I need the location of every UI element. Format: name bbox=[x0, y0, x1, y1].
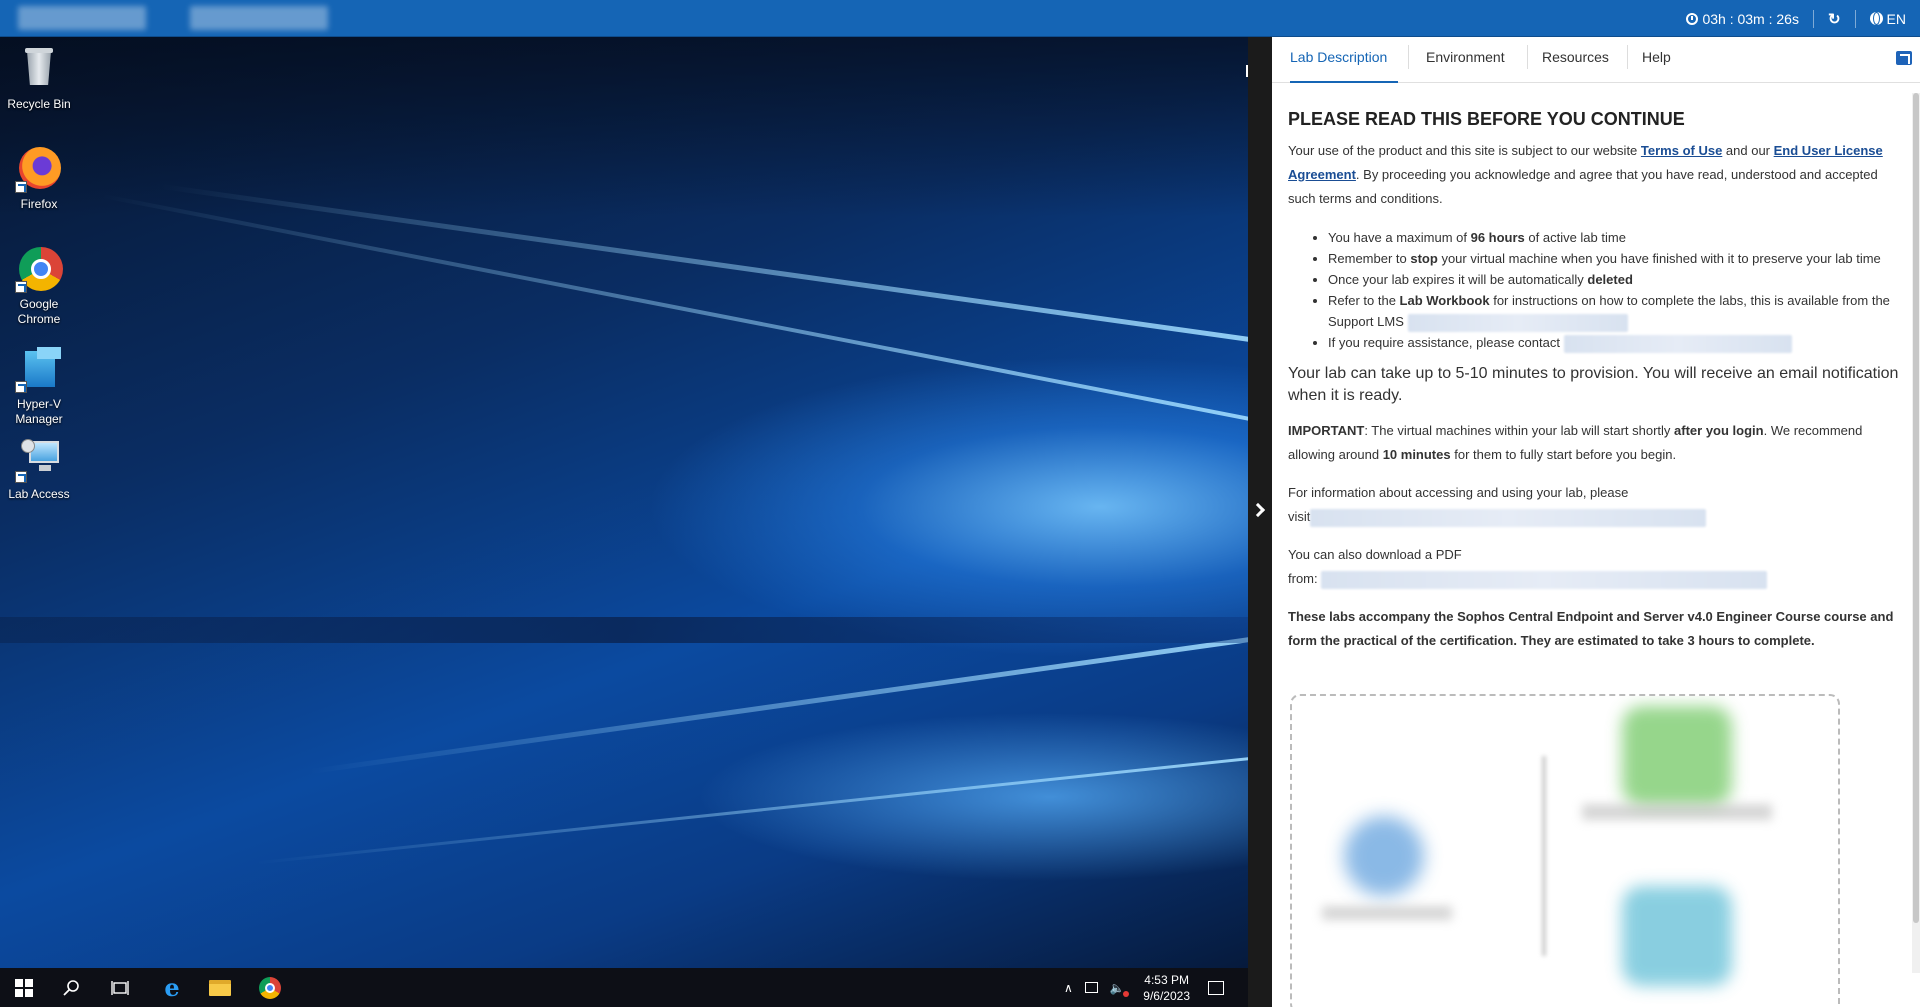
terms-paragraph: Your use of the product and this site is… bbox=[1288, 143, 1883, 206]
internet-explorer-taskbar[interactable]: e bbox=[148, 968, 196, 1007]
panel-scrollbar[interactable] bbox=[1912, 93, 1920, 973]
blurred-subtitle bbox=[190, 6, 328, 30]
lab-diagram-image bbox=[1290, 694, 1840, 1007]
task-view-button[interactable] bbox=[96, 968, 144, 1007]
clock-time: 4:53 PM bbox=[1144, 973, 1189, 987]
provision-notice: Your lab can take up to 5-10 minutes to … bbox=[1288, 365, 1899, 404]
desktop-icon-google-chrome[interactable]: Google Chrome bbox=[4, 245, 74, 327]
recycle-bin-icon bbox=[15, 45, 63, 93]
list-item: Remember to stop your virtual machine wh… bbox=[1328, 248, 1902, 269]
desktop-icon-label: Recycle Bin bbox=[7, 97, 71, 111]
desktop-icon-label: Lab Access bbox=[8, 487, 70, 501]
taskbar-clock[interactable]: 4:53 PM 9/6/2023 bbox=[1143, 972, 1190, 1004]
internet-explorer-icon: e bbox=[164, 973, 180, 1002]
refresh-icon[interactable]: ↻ bbox=[1828, 10, 1841, 28]
lab-timer: 03h : 03m : 26s bbox=[1686, 11, 1799, 27]
blurred-title bbox=[18, 6, 146, 30]
chevron-right-icon[interactable] bbox=[1250, 502, 1266, 518]
windows-taskbar: e ∧ 🔈 4:53 PM 9/6/2023 bbox=[0, 968, 1248, 1007]
desktop-icon-lab-access[interactable]: Lab Access bbox=[4, 435, 74, 502]
popout-icon[interactable] bbox=[1896, 51, 1912, 65]
pdf-paragraph: You can also download a PDF from: bbox=[1288, 543, 1902, 591]
lab-timer-text: 03h : 03m : 26s bbox=[1702, 10, 1799, 27]
task-view-icon bbox=[111, 980, 129, 995]
list-item: Once your lab expires it will be automat… bbox=[1328, 269, 1902, 290]
tab-help[interactable]: Help bbox=[1642, 45, 1671, 83]
chevron-up-icon[interactable]: ∧ bbox=[1064, 981, 1073, 995]
lab-rules-list: You have a maximum of 96 hours of active… bbox=[1328, 227, 1902, 353]
tab-lab-description[interactable]: Lab Description bbox=[1290, 45, 1398, 83]
network-icon[interactable] bbox=[1084, 982, 1098, 993]
chrome-icon bbox=[259, 976, 281, 999]
redacted-link[interactable] bbox=[1407, 313, 1628, 332]
desktop-icon-label: Hyper-V Manager bbox=[15, 397, 63, 426]
list-item: You have a maximum of 96 hours of active… bbox=[1328, 227, 1902, 248]
desktop-icon-recycle-bin[interactable]: Recycle Bin bbox=[4, 45, 74, 112]
remote-desktop-icon bbox=[15, 435, 63, 483]
hyper-v-icon bbox=[15, 345, 63, 393]
desktop-icon-firefox[interactable]: Firefox bbox=[4, 145, 74, 212]
folder-icon bbox=[209, 979, 231, 996]
panel-toggle-strip[interactable] bbox=[1248, 37, 1272, 1007]
terms-of-use-link[interactable]: Terms of Use bbox=[1641, 143, 1722, 158]
clock-date: 9/6/2023 bbox=[1143, 989, 1190, 1003]
windows-logo-icon bbox=[15, 978, 33, 997]
panel-tabs: Lab Description Environment Resources He… bbox=[1272, 37, 1920, 83]
globe-icon bbox=[1869, 12, 1883, 25]
chrome-taskbar[interactable] bbox=[246, 968, 294, 1007]
tab-resources[interactable]: Resources bbox=[1542, 45, 1609, 83]
redacted-link[interactable] bbox=[1310, 508, 1707, 527]
remote-desktop[interactable]: Recycle Bin Firefox Google Chrome Hyper-… bbox=[0, 37, 1248, 968]
info-paragraph: For information about accessing and usin… bbox=[1288, 481, 1902, 529]
desktop-icon-hyper-v-manager[interactable]: Hyper-V Manager bbox=[4, 345, 74, 427]
start-button[interactable] bbox=[0, 968, 48, 1007]
firefox-icon bbox=[15, 145, 63, 193]
search-button[interactable] bbox=[48, 968, 96, 1007]
tab-environment[interactable]: Environment bbox=[1426, 45, 1505, 83]
course-paragraph: These labs accompany the Sophos Central … bbox=[1288, 609, 1894, 648]
search-icon bbox=[63, 979, 79, 996]
chrome-icon bbox=[15, 245, 63, 293]
notification-icon bbox=[1208, 980, 1224, 995]
redacted-link[interactable] bbox=[1321, 570, 1768, 589]
redacted-contact[interactable] bbox=[1563, 334, 1792, 353]
lab-description-content: PLEASE READ THIS BEFORE YOU CONTINUE You… bbox=[1288, 107, 1902, 673]
list-item: Refer to the Lab Workbook for instructio… bbox=[1328, 290, 1902, 332]
desktop-icon-label: Firefox bbox=[20, 197, 58, 211]
notice-heading: PLEASE READ THIS BEFORE YOU CONTINUE bbox=[1288, 109, 1685, 129]
scrollbar-thumb[interactable] bbox=[1913, 93, 1919, 923]
action-center-button[interactable] bbox=[1194, 968, 1238, 1007]
clock-icon bbox=[1686, 12, 1699, 25]
file-explorer-taskbar[interactable] bbox=[196, 968, 244, 1007]
language-selector[interactable]: EN bbox=[1869, 10, 1906, 27]
language-label: EN bbox=[1886, 10, 1906, 27]
important-paragraph: IMPORTANT: The virtual machines within y… bbox=[1288, 423, 1863, 462]
lab-top-bar: 03h : 03m : 26s ↻ EN bbox=[0, 0, 1920, 37]
speaker-muted-icon[interactable]: 🔈 bbox=[1110, 981, 1129, 997]
list-item: If you require assistance, please contac… bbox=[1328, 332, 1902, 353]
desktop-icon-label: Google Chrome bbox=[17, 297, 61, 326]
